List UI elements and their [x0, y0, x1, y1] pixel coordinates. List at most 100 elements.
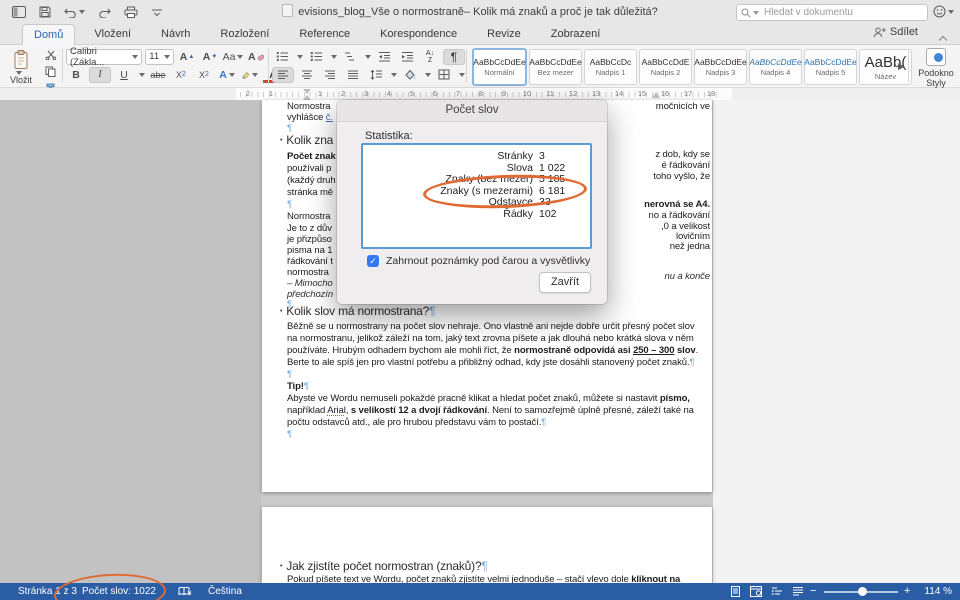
show-formatting-marks-button[interactable]: ¶ [443, 49, 465, 65]
tab-korespondence[interactable]: Korespondence [369, 24, 468, 44]
superscript-button[interactable]: X2 [194, 67, 214, 82]
bullet-list-caret[interactable] [297, 55, 303, 59]
proofing-errors-icon[interactable] [178, 586, 192, 600]
share-button[interactable]: Sdílet [873, 26, 918, 38]
justify-button[interactable] [343, 67, 363, 82]
print-layout-view-icon[interactable] [730, 586, 741, 600]
tab-reference[interactable]: Reference [288, 24, 361, 44]
line-spacing-button[interactable] [366, 67, 386, 82]
document-title: evisions_blog_Vše o normostraně– Kolik m… [220, 0, 720, 24]
style-norm-ln[interactable]: AaBbCcDdEeNormální [472, 48, 527, 86]
tab-dom[interactable]: Domů [22, 24, 75, 45]
stat-value-dky: 102 [539, 209, 590, 221]
styles-list: AaBbCcDdEeNormálníAaBbCcDdEeBez mezerAaB… [472, 48, 912, 86]
web-layout-view-icon[interactable] [750, 586, 762, 600]
zoom-slider-knob[interactable] [858, 587, 867, 596]
ruler-number: 15 [638, 89, 646, 98]
paste-button[interactable] [6, 49, 36, 73]
page-2[interactable] [262, 507, 712, 583]
subscript-button[interactable]: X2 [171, 67, 191, 82]
underline-button[interactable]: U [114, 67, 134, 82]
ruler-number: 4 [387, 89, 391, 98]
word-count-dialog[interactable]: Počet slov Statistika: Stránky3Slova1 02… [337, 100, 607, 304]
ruler-number: 2 [341, 89, 345, 98]
style-nadpis-3[interactable]: AaBbCcDdEeNadpis 3 [694, 49, 747, 85]
style-sample: AaBbCcDdEe [749, 57, 801, 67]
undo-icon[interactable] [64, 7, 85, 18]
feedback-smiley-icon[interactable] [933, 5, 954, 18]
search-scope-caret[interactable] [753, 11, 759, 15]
borders-caret[interactable] [459, 73, 465, 77]
bullet-list-button[interactable] [272, 49, 292, 64]
style-bez-mezer[interactable]: AaBbCcDdEeBez mezer [529, 49, 582, 85]
print-icon[interactable] [124, 6, 138, 18]
title-bar: evisions_blog_Vše o normostraně– Kolik m… [0, 0, 960, 24]
styles-pane-label: Podokno Styly [914, 68, 958, 88]
styles-more-arrow[interactable]: ▶ [898, 61, 905, 72]
align-right-button[interactable] [320, 67, 340, 82]
text-effects-button[interactable]: A [217, 67, 237, 82]
search-input[interactable] [762, 6, 923, 19]
ruler-number: 6 [433, 89, 437, 98]
change-case-button[interactable]: Aa [223, 49, 243, 64]
ruler-number: 5 [410, 89, 414, 98]
styles-pane-button[interactable]: Podokno Styly [914, 48, 958, 88]
sidebar-toggle-icon[interactable] [12, 6, 26, 18]
strikethrough-button[interactable]: abe [148, 67, 168, 82]
right-indent-marker[interactable] [652, 92, 660, 98]
tab-revize[interactable]: Revize [476, 24, 532, 44]
multilevel-list-caret[interactable] [365, 55, 371, 59]
tab-rozlo-en[interactable]: Rozložení [209, 24, 280, 44]
numbered-list-button[interactable] [306, 49, 326, 64]
ruler-number: 16 [661, 89, 669, 98]
multilevel-list-button[interactable] [340, 49, 360, 64]
close-dialog-button[interactable]: Zavřít [539, 272, 591, 293]
draft-view-icon[interactable] [792, 586, 804, 600]
line-spacing-caret[interactable] [391, 73, 397, 77]
align-center-button[interactable] [297, 67, 317, 82]
styles-gallery: AaBbCcDdEeNormálníAaBbCcDdEeBez mezerAaB… [472, 45, 908, 87]
copy-icon[interactable] [40, 64, 60, 79]
grow-font-button[interactable]: A▲ [177, 49, 197, 64]
save-icon[interactable] [39, 6, 51, 18]
ruler[interactable]: 21123456789101112131415161718 [0, 88, 960, 100]
decrease-indent-button[interactable] [374, 49, 394, 64]
sort-button[interactable]: A↓Z [420, 49, 440, 64]
shading-caret[interactable] [425, 73, 431, 77]
font-size-select[interactable]: 11 [145, 49, 174, 65]
tab-n-vrh[interactable]: Návrh [150, 24, 201, 44]
dialog-title[interactable]: Počet slov [337, 100, 607, 122]
footnotes-checkbox[interactable]: ✓ [367, 255, 379, 267]
language-indicator[interactable]: Čeština [208, 583, 242, 600]
tab-vlo-en[interactable]: Vložení [83, 24, 142, 44]
redo-icon[interactable] [98, 7, 111, 18]
numbered-list-caret[interactable] [331, 55, 337, 59]
tab-zobrazen[interactable]: Zobrazení [540, 24, 612, 44]
increase-indent-button[interactable] [397, 49, 417, 64]
clear-formatting-button[interactable]: A [246, 49, 266, 64]
shading-button[interactable] [400, 67, 420, 82]
zoom-in-button[interactable]: + [904, 583, 910, 600]
align-left-button[interactable] [272, 67, 294, 83]
undo-caret[interactable] [79, 10, 85, 14]
shrink-font-button[interactable]: A▼ [200, 49, 220, 64]
style-nadpis-4[interactable]: AaBbCcDdEeNadpis 4 [749, 49, 802, 85]
zoom-out-button[interactable]: − [810, 583, 816, 600]
style-sample: AaBbCcDdEe [694, 57, 746, 67]
font-name-select[interactable]: Calibri (Zákla... [66, 49, 142, 65]
bold-button[interactable]: B [66, 67, 86, 82]
quick-access-more-icon[interactable] [151, 6, 163, 18]
highlight-button[interactable] [240, 67, 260, 82]
search-box[interactable] [736, 4, 928, 21]
zoom-level[interactable]: 114 % [924, 583, 952, 600]
outline-view-icon[interactable] [771, 586, 783, 600]
borders-button[interactable] [434, 67, 454, 82]
style-nadpis-2[interactable]: AaBbCcDdENadpis 2 [639, 49, 692, 85]
underline-caret[interactable] [139, 73, 145, 77]
italic-button[interactable]: I [89, 67, 111, 83]
first-line-indent-marker[interactable] [303, 89, 311, 94]
style-sample: AaBbCcDdEe [529, 57, 581, 67]
style-nadpis-1[interactable]: AaBbCcDcNadpis 1 [584, 49, 637, 85]
style-nadpis-5[interactable]: AaBbCcDdEeNadpis 5 [804, 49, 857, 85]
cut-icon[interactable] [40, 47, 60, 62]
